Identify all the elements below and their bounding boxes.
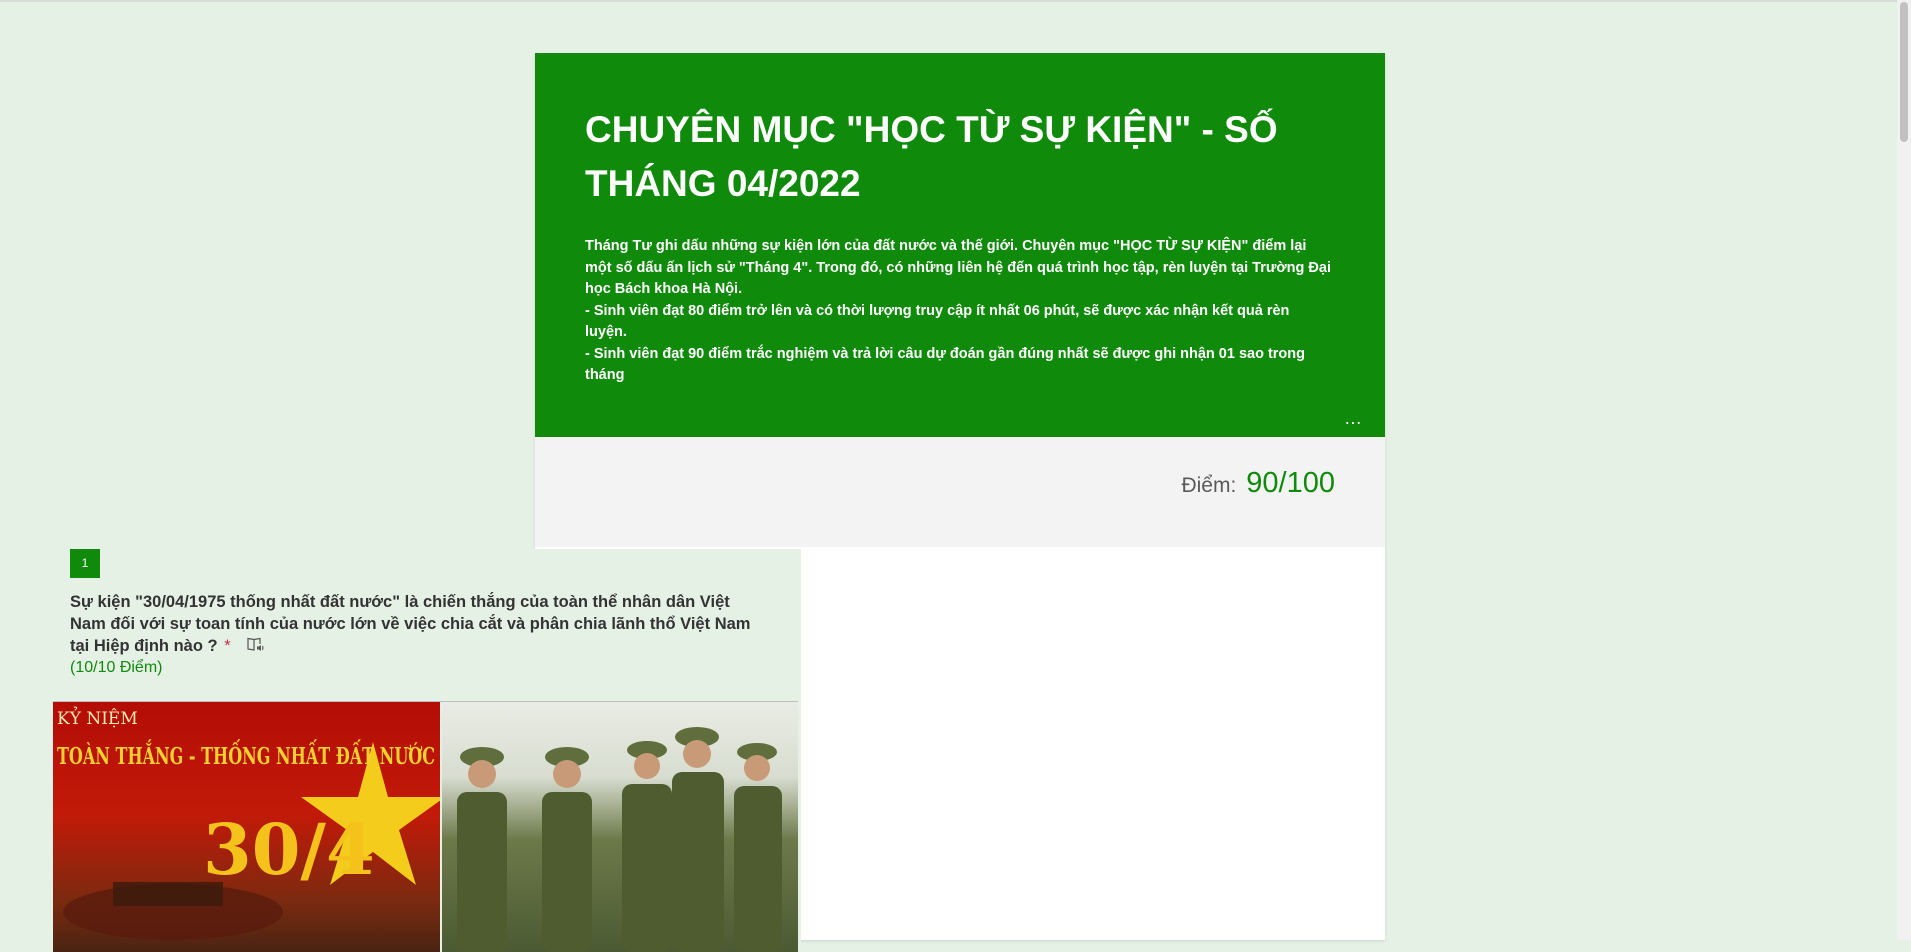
score-bar: Điểm: 90/100 [535, 437, 1385, 547]
description-paragraph: Tháng Tư ghi dấu những sự kiện lớn của đ… [585, 238, 1331, 297]
top-border [0, 0, 1911, 2]
more-options-icon[interactable]: … [1344, 408, 1363, 429]
form-description: Tháng Tư ghi dấu những sự kiện lớn của đ… [585, 236, 1335, 387]
scrollbar-thumb[interactable] [1900, 2, 1908, 142]
page-scrollbar[interactable] [1897, 0, 1911, 940]
question-text: Sự kiện "30/04/1975 thống nhất đất nước"… [70, 593, 751, 655]
question-card: 1 Sự kiện "30/04/1975 thống nhất đất nướ… [50, 549, 801, 952]
question-points: (10/10 Điểm) [70, 659, 163, 676]
question-text-block: Sự kiện "30/04/1975 thống nhất đất nước"… [70, 591, 770, 658]
soldiers-photo [442, 702, 798, 952]
banner-date: 30/4 [203, 808, 375, 891]
banner-line-2: TOÀN THẮNG - THỐNG NHẤT ĐẤT NƯỚC [57, 740, 435, 770]
description-paragraph: - Sinh viên đạt 90 điểm trắc nghiệm và t… [585, 345, 1306, 384]
score-value: 90/100 [1246, 467, 1335, 499]
immersive-reader-icon[interactable] [247, 636, 265, 658]
question-image: KỶ NIỆM TOÀN THẮNG - THỐNG NHẤT ĐẤT NƯỚC… [53, 701, 798, 952]
required-indicator: * [224, 637, 231, 655]
victory-banner-image: KỶ NIỆM TOÀN THẮNG - THỐNG NHẤT ĐẤT NƯỚC… [53, 702, 440, 952]
score-display: Điểm: 90/100 [1181, 467, 1335, 500]
question-number: 1 [70, 549, 100, 578]
form-header: CHUYÊN MỤC "HỌC TỪ SỰ KIỆN" - SỐ THÁNG 0… [535, 53, 1385, 437]
banner-line-1: KỶ NIỆM [57, 707, 138, 729]
form-title: CHUYÊN MỤC "HỌC TỪ SỰ KIỆN" - SỐ THÁNG 0… [585, 109, 1278, 204]
score-label: Điểm: [1181, 474, 1237, 497]
description-paragraph: - Sinh viên đạt 80 điểm trở lên và có th… [585, 302, 1290, 341]
